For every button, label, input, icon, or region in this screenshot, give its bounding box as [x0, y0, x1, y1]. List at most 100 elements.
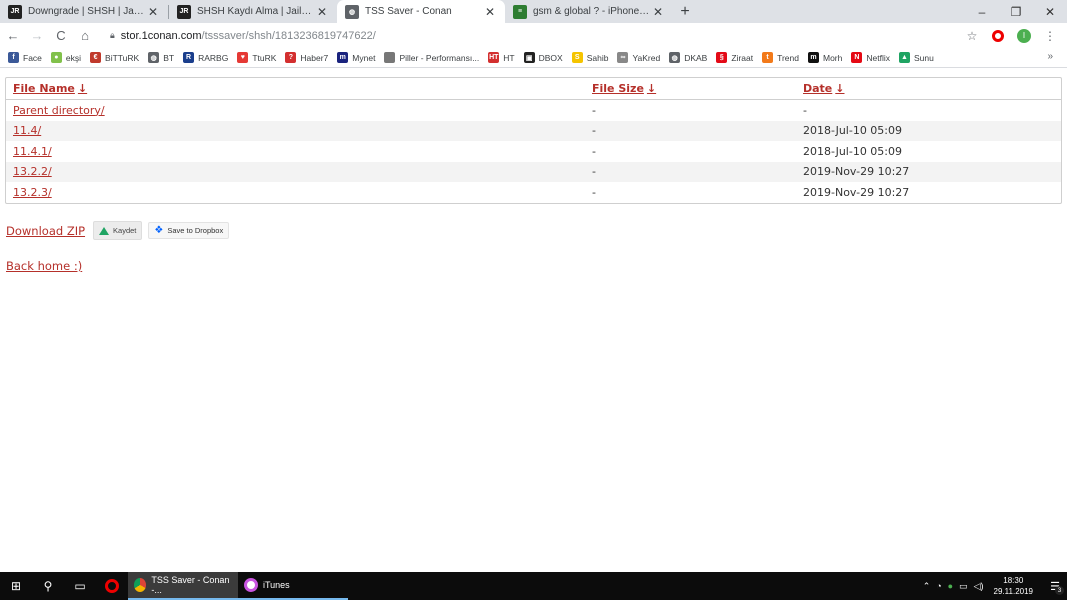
- bookmark-label: Morh: [822, 52, 843, 63]
- bookmark-item[interactable]: ● ekşi: [50, 52, 82, 63]
- sort-arrow-icon: ↓: [646, 82, 657, 95]
- bookmarks-overflow-button[interactable]: »: [1047, 51, 1053, 62]
- home-button[interactable]: ⌂: [74, 25, 96, 47]
- bookmark-item[interactable]: HT HT: [488, 52, 515, 63]
- opera-icon[interactable]: [96, 572, 128, 600]
- opera-extension-icon[interactable]: [985, 25, 1011, 47]
- bookmark-label: Sahib: [586, 52, 609, 63]
- folder-link[interactable]: 13.2.2/: [13, 165, 52, 178]
- close-tab-icon[interactable]: ✕: [146, 5, 160, 19]
- folder-link[interactable]: 11.4/: [13, 124, 41, 137]
- reload-button[interactable]: C: [50, 25, 72, 47]
- sort-by-size-link[interactable]: File Size ↓: [592, 82, 656, 95]
- show-hidden-icons-icon[interactable]: ⌃: [923, 581, 931, 592]
- bookmark-item[interactable]: § Ziraat: [716, 52, 753, 63]
- taskbar-app-label: iTunes: [263, 580, 290, 590]
- windows-start-icon[interactable]: ⊞: [0, 572, 32, 600]
- back-home-link[interactable]: Back home :): [6, 259, 82, 273]
- page-content: File Name ↓ File Size ↓ Date ↓ Parent direc…: [0, 69, 1067, 572]
- globe-icon: ◍: [148, 52, 160, 63]
- bookmark-item[interactable]: R RARBG: [183, 52, 228, 63]
- bookmark-label: ekşi: [65, 52, 82, 63]
- taskbar-app-chrome[interactable]: TSS Saver - Conan -...: [128, 572, 238, 600]
- parent-directory-link[interactable]: Parent directory/: [13, 104, 105, 117]
- file-listing-table: File Name ↓ File Size ↓ Date ↓ Parent direc…: [5, 77, 1062, 204]
- action-center-icon[interactable]: ☰ 3: [1043, 572, 1067, 600]
- bookmark-item[interactable]: ◍ DKAB: [669, 52, 707, 63]
- folder-link[interactable]: 11.4.1/: [13, 145, 52, 158]
- opera-vpn-icon[interactable]: ●: [948, 581, 953, 591]
- tab-title: SHSH Kaydı Alma | Jailbreak of T: [197, 6, 315, 17]
- tab-title: Downgrade | SHSH | Jailbreak of: [28, 6, 146, 17]
- date-cell: 2019-Nov-29 10:27: [803, 165, 910, 179]
- bookmark-item[interactable]: ♥ TtuRK: [237, 52, 276, 63]
- clock-time: 18:30: [1003, 576, 1024, 585]
- clock[interactable]: 18:30 29.11.2019: [994, 575, 1033, 597]
- restore-button[interactable]: ❐: [999, 0, 1033, 23]
- close-window-button[interactable]: ✕: [1033, 0, 1067, 23]
- tab-title: TSS Saver - Conan: [365, 6, 452, 17]
- yakred-icon: ∞: [617, 52, 629, 63]
- morhipo-icon: m: [807, 52, 819, 63]
- jr-icon: JR: [177, 4, 191, 19]
- save-to-dropbox-button[interactable]: ❖ Save to Dropbox: [148, 222, 230, 239]
- bookmark-item[interactable]: ∞ YaKred: [617, 52, 660, 63]
- download-zip-link[interactable]: Download ZIP: [6, 224, 85, 238]
- bookmark-star-icon[interactable]: ☆: [959, 25, 985, 47]
- lock-icon: 🔒︎: [110, 30, 115, 40]
- new-tab-button[interactable]: +: [673, 0, 697, 23]
- bookmark-item[interactable]: f Face: [8, 52, 42, 63]
- bookmark-item[interactable]: ◍ BT: [148, 52, 174, 63]
- bookmark-item[interactable]: ▣ DBOX: [523, 52, 563, 63]
- search-icon[interactable]: ⚲: [32, 572, 64, 600]
- battery-icon[interactable]: ▭: [959, 581, 968, 592]
- minimize-button[interactable]: –: [965, 0, 999, 23]
- taskbar-app-itunes[interactable]: iTunes: [238, 572, 348, 600]
- volume-icon[interactable]: ◁): [974, 581, 984, 592]
- tturk-icon: ♥: [237, 52, 249, 63]
- browser-menu-icon[interactable]: ⋮: [1037, 25, 1063, 47]
- profile-avatar[interactable]: I: [1011, 25, 1037, 47]
- close-tab-icon[interactable]: ✕: [651, 5, 665, 19]
- globe-icon: ◍: [669, 52, 681, 63]
- table-row: 11.4/ - 2018-Jul-10 05:09: [6, 120, 1061, 141]
- tab-title: gsm & global ? - iPhone Yardım: [533, 6, 651, 17]
- folder-link[interactable]: 13.2.3/: [13, 186, 52, 199]
- netflix-icon: N: [851, 52, 863, 63]
- back-button[interactable]: ←: [2, 25, 24, 47]
- task-view-icon[interactable]: ▭: [64, 572, 96, 600]
- close-tab-icon[interactable]: ✕: [315, 5, 329, 19]
- close-tab-icon[interactable]: ✕: [483, 5, 497, 19]
- bookmark-item[interactable]: ? Haber7: [285, 52, 328, 63]
- toolbar-right: ☆ I ⋮: [959, 25, 1063, 47]
- apple-icon: [384, 52, 396, 63]
- bookmark-label: HT: [503, 52, 515, 63]
- bookmark-label: DBOX: [538, 52, 563, 63]
- bookmark-label: Sunu: [913, 52, 934, 63]
- browser-tab[interactable]: JR SHSH Kaydı Alma | Jailbreak of T✕: [169, 0, 337, 23]
- google-drive-icon: [99, 226, 110, 235]
- bookmark-item[interactable]: Piller - Performansı...: [384, 52, 479, 63]
- mynet-icon: m: [337, 52, 349, 63]
- bookmark-item[interactable]: € BiTTuRK: [90, 52, 139, 63]
- wifi-icon[interactable]: ◔: [936, 581, 941, 591]
- bookmark-item[interactable]: m Morh: [807, 52, 843, 63]
- bookmark-item[interactable]: ▲ Sunu: [898, 52, 934, 63]
- sahibinden-icon: S: [571, 52, 583, 63]
- address-bar[interactable]: 🔒︎ stor.1conan.com/tsssaver/shsh/1813236…: [110, 25, 959, 47]
- bookmark-item[interactable]: t Trend: [762, 52, 799, 63]
- sort-by-date-link[interactable]: Date ↓: [803, 82, 845, 95]
- bookmark-item[interactable]: S Sahib: [571, 52, 609, 63]
- sort-by-name-link[interactable]: File Name ↓: [13, 82, 87, 95]
- browser-tab[interactable]: ◍ TSS Saver - Conan ✕: [337, 0, 505, 23]
- bookmark-label: TtuRK: [252, 52, 277, 63]
- bookmark-item[interactable]: N Netflix: [851, 52, 890, 63]
- table-row: 13.2.2/ - 2019-Nov-29 10:27: [6, 161, 1061, 182]
- forward-button[interactable]: →: [26, 25, 48, 47]
- bookmark-item[interactable]: m Mynet: [337, 52, 375, 63]
- browser-tab[interactable]: JR Downgrade | SHSH | Jailbreak of✕: [0, 0, 168, 23]
- toolbar: ← → C ⌂ 🔒︎ stor.1conan.com/tsssaver/shsh…: [0, 23, 1067, 48]
- save-to-drive-button[interactable]: Kaydet: [93, 221, 143, 240]
- browser-tab[interactable]: ≡ gsm & global ? - iPhone Yardım✕: [505, 0, 673, 23]
- dbox-icon: ▣: [523, 52, 535, 63]
